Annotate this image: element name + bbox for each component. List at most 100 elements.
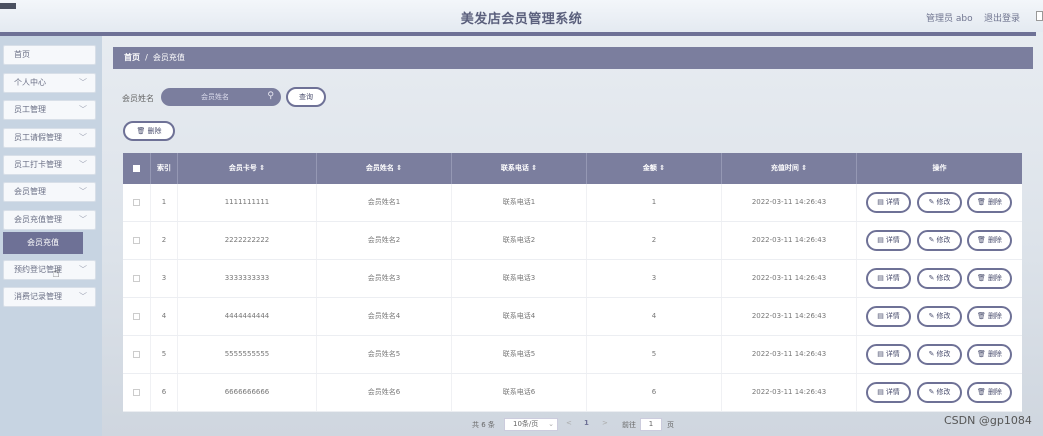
goto-label: 前往 (622, 421, 636, 429)
table-row: 2 2222222222 会员姓名2 联系电话2 2 2022-03-11 14:26:4… (123, 222, 1022, 260)
row-checkbox[interactable] (123, 374, 151, 411)
cell-index: 2 (151, 222, 178, 259)
page-size-select[interactable]: 10条/页 ⌄ (504, 418, 558, 431)
checkbox[interactable] (133, 388, 140, 396)
trash-icon: 🗑 (977, 388, 986, 396)
prev-page-button[interactable]: < (566, 419, 572, 427)
cell-amount: 2 (587, 222, 722, 259)
checkbox[interactable] (133, 198, 140, 206)
detail-button[interactable]: ▤ 详情 (866, 268, 911, 289)
edit-button[interactable]: ✎ 修改 (917, 382, 962, 403)
detail-button[interactable]: ▤ 详情 (866, 192, 911, 213)
column-header-amount[interactable]: 金额 ⇕ (587, 153, 722, 184)
checkbox[interactable] (133, 350, 140, 358)
sidebar-item-home[interactable]: 首页 (3, 45, 96, 65)
pencil-icon: ✎ (928, 388, 935, 396)
delete-button[interactable]: 🗑 删除 (967, 344, 1012, 365)
detail-button-label: 详情 (885, 388, 900, 396)
cell-time: 2022-03-11 14:26:43 (722, 336, 857, 373)
edit-button[interactable]: ✎ 修改 (917, 230, 962, 251)
next-page-button[interactable]: > (602, 419, 608, 427)
edit-button[interactable]: ✎ 修改 (917, 268, 962, 289)
table-header: 索引 会员卡号 ⇕ 会员姓名 ⇕ 联系电话 ⇕ 金额 ⇕ 充值时间 ⇕ 操作 (123, 153, 1022, 184)
delete-button[interactable]: 🗑 删除 (967, 192, 1012, 213)
column-header-phone[interactable]: 联系电话 ⇕ (452, 153, 587, 184)
row-checkbox[interactable] (123, 184, 151, 221)
sidebar-item-staff-checkin[interactable]: 员工打卡管理 ﹀ (3, 155, 96, 175)
detail-button-label: 详情 (885, 350, 900, 358)
pencil-icon: ✎ (928, 350, 935, 358)
select-all-checkbox[interactable] (123, 153, 151, 184)
sidebar-item-member-recharge[interactable]: 会员充值管理 ﹀ (3, 210, 96, 230)
row-checkbox[interactable] (123, 298, 151, 335)
checkbox[interactable] (133, 236, 140, 244)
document-icon: ▤ (877, 198, 884, 206)
batch-delete-label: 删除 (147, 127, 162, 135)
sidebar-subitem-recharge[interactable]: 会员充值 (3, 232, 83, 254)
detail-button[interactable]: ▤ 详情 (866, 344, 911, 365)
detail-button[interactable]: ▤ 详情 (866, 382, 911, 403)
column-header-name[interactable]: 会员姓名 ⇕ (317, 153, 452, 184)
delete-button-label: 删除 (987, 236, 1002, 244)
cell-index: 4 (151, 298, 178, 335)
sidebar-item-members[interactable]: 会员管理 ﹀ (3, 182, 96, 202)
breadcrumb-home[interactable]: 首页 (124, 53, 140, 62)
detail-button[interactable]: ▤ 详情 (866, 230, 911, 251)
window-scroll-handle[interactable] (1036, 11, 1043, 21)
table-row: 3 3333333333 会员姓名3 联系电话3 3 2022-03-11 14:26:4… (123, 260, 1022, 298)
trash-icon: 🗑 (977, 198, 986, 206)
detail-button-label: 详情 (885, 236, 900, 244)
sidebar-item-consumption[interactable]: 消费记录管理 ﹀ (3, 287, 96, 307)
sidebar-item-appointments[interactable]: 预约登记管理 ﹀ (3, 260, 96, 280)
pencil-icon: ✎ (928, 198, 935, 206)
query-button[interactable]: 查询 (286, 87, 326, 107)
header-divider (0, 32, 1036, 36)
page-number-1[interactable]: 1 (584, 419, 589, 427)
chevron-down-icon: ﹀ (79, 265, 87, 274)
delete-button[interactable]: 🗑 删除 (967, 382, 1012, 403)
batch-delete-button[interactable]: 🗑 删除 (123, 121, 175, 141)
cell-phone: 联系电话4 (452, 298, 587, 335)
sidebar-item-staff[interactable]: 员工管理 ﹀ (3, 100, 96, 120)
edit-button-label: 修改 (936, 198, 951, 206)
goto-page-input[interactable]: 1 (640, 418, 662, 431)
delete-button[interactable]: 🗑 删除 (967, 306, 1012, 327)
search-input[interactable] (169, 90, 261, 104)
logout-link[interactable]: 退出登录 (984, 11, 1020, 24)
cell-name: 会员姓名5 (317, 336, 452, 373)
column-header-time[interactable]: 充值时间 ⇕ (722, 153, 857, 184)
chevron-down-icon: ﹀ (79, 292, 87, 301)
delete-button[interactable]: 🗑 删除 (967, 268, 1012, 289)
row-checkbox[interactable] (123, 222, 151, 259)
sidebar-item-label: 会员管理 (14, 187, 46, 196)
edit-button[interactable]: ✎ 修改 (917, 344, 962, 365)
admin-user-label[interactable]: 管理员 abo (926, 11, 973, 24)
cell-index: 3 (151, 260, 178, 297)
breadcrumb: 首页 / 会员充值 (113, 47, 1033, 69)
column-header-card[interactable]: 会员卡号 ⇕ (178, 153, 317, 184)
cell-card: 5555555555 (178, 336, 317, 373)
delete-button-label: 删除 (987, 350, 1002, 358)
cell-phone: 联系电话6 (452, 374, 587, 411)
document-icon: ▤ (877, 274, 884, 282)
edit-button[interactable]: ✎ 修改 (917, 306, 962, 327)
trash-icon: 🗑 (977, 236, 986, 244)
row-checkbox[interactable] (123, 260, 151, 297)
edit-button[interactable]: ✎ 修改 (917, 192, 962, 213)
sidebar-item-label: 会员充值管理 (14, 215, 62, 224)
watermark: CSDN @gp1084 (944, 414, 1032, 427)
delete-button[interactable]: 🗑 删除 (967, 230, 1012, 251)
cell-phone: 联系电话3 (452, 260, 587, 297)
sidebar-item-staff-leave[interactable]: 员工请假管理 ﹀ (3, 128, 96, 148)
search-icon[interactable]: ⚲ (267, 91, 274, 101)
sidebar-item-personal-center[interactable]: 个人中心 ﹀ (3, 73, 96, 93)
detail-button[interactable]: ▤ 详情 (866, 306, 911, 327)
chevron-down-icon: ﹀ (79, 187, 87, 196)
delete-button-label: 删除 (987, 274, 1002, 282)
chevron-down-icon: ⌄ (548, 420, 554, 428)
row-checkbox[interactable] (123, 336, 151, 373)
checkbox[interactable] (133, 312, 140, 320)
column-header-index: 索引 (151, 153, 178, 184)
breadcrumb-separator: / (145, 53, 148, 62)
checkbox[interactable] (133, 274, 140, 282)
